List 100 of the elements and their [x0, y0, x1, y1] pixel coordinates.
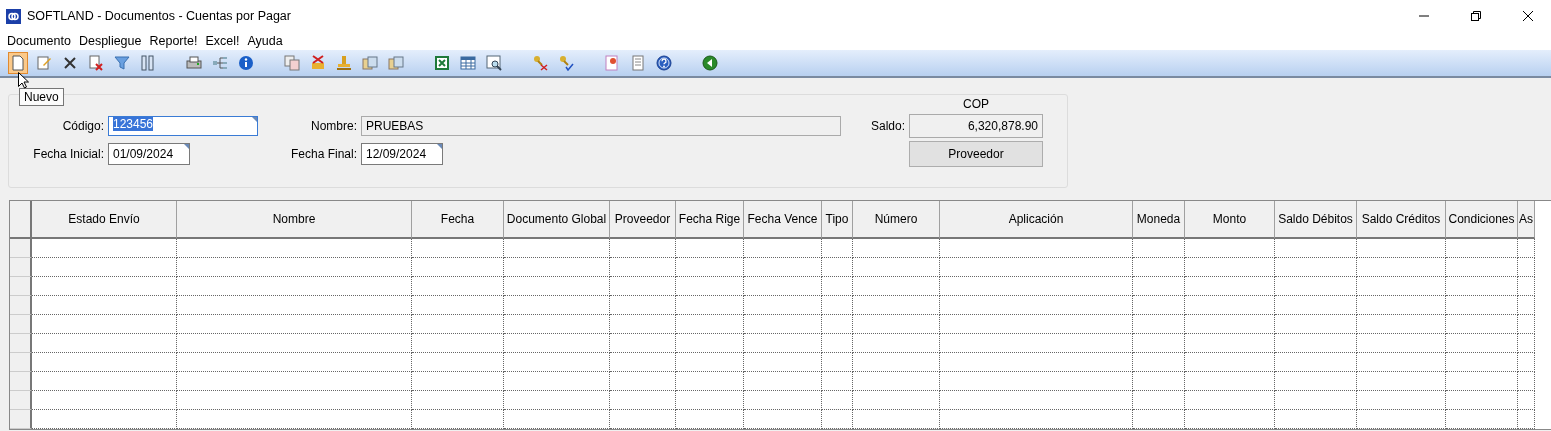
table-cell [822, 372, 853, 391]
table-cell [1133, 277, 1185, 296]
column-header[interactable]: Moneda [1133, 201, 1185, 239]
row-header[interactable] [10, 277, 32, 296]
table-cell [1446, 315, 1518, 334]
printer-icon [186, 55, 202, 71]
table-cell [822, 410, 853, 429]
fecha-final-field[interactable]: 12/09/2024 [361, 143, 443, 165]
tooltip: Nuevo [19, 88, 64, 106]
column-header[interactable]: Condiciones [1446, 201, 1518, 239]
column-header[interactable]: Número [853, 201, 940, 239]
documents-icon [362, 55, 378, 71]
page-icon [630, 55, 646, 71]
table-cell [610, 315, 676, 334]
nombre-field[interactable]: PRUEBAS [361, 116, 841, 136]
new-document-icon [10, 55, 26, 71]
table-cell [610, 239, 676, 258]
table-cell [676, 391, 744, 410]
table-cell [822, 296, 853, 315]
column-header[interactable]: Tipo [822, 201, 853, 239]
column-header[interactable]: Estado Envío [32, 201, 177, 239]
column-header[interactable]: As [1518, 201, 1535, 239]
fecha-inicial-field[interactable]: 01/09/2024 [108, 143, 190, 165]
column-header[interactable]: Documento Global [504, 201, 610, 239]
row-header[interactable] [10, 239, 32, 258]
saldo-field[interactable]: 6,320,878.90 [909, 114, 1043, 138]
help-icon [656, 55, 672, 71]
column-header[interactable]: Fecha Rige [676, 201, 744, 239]
table-corner-header [10, 201, 32, 239]
table-icon [460, 55, 476, 71]
table-cell [610, 372, 676, 391]
codigo-field[interactable]: 123456 [108, 116, 258, 136]
stamp-icon [336, 55, 352, 71]
table-cell [676, 277, 744, 296]
table-cell [676, 334, 744, 353]
close-icon [1523, 11, 1533, 21]
columns-icon [140, 55, 156, 71]
table-cell [676, 296, 744, 315]
table-cell [1518, 410, 1535, 429]
row-header[interactable] [10, 334, 32, 353]
menu-item[interactable]: Documento [3, 32, 75, 50]
menu-item[interactable]: Excel! [201, 32, 244, 50]
table-cell [822, 258, 853, 277]
row-header[interactable] [10, 296, 32, 315]
proveedor-button[interactable]: Proveedor [909, 141, 1043, 167]
column-header[interactable]: Fecha [412, 201, 504, 239]
table-cell [676, 258, 744, 277]
column-header[interactable]: Fecha Vence [744, 201, 822, 239]
menu-item[interactable]: Ayuda [243, 32, 287, 50]
table-cell [1518, 391, 1535, 410]
table-cell [1133, 315, 1185, 334]
table-cell [1133, 353, 1185, 372]
row-header[interactable] [10, 391, 32, 410]
table-cell [610, 353, 676, 372]
cancel-document-icon [310, 55, 326, 71]
keys-icon [558, 55, 574, 71]
keys-icon [532, 55, 548, 71]
table-cell [1518, 258, 1535, 277]
table-cell [1133, 296, 1185, 315]
codigo-label: Código: [61, 119, 104, 133]
fecha-inicial-label: Fecha Inicial: [32, 147, 104, 161]
column-header[interactable]: Saldo Créditos [1357, 201, 1446, 239]
report-icon [604, 55, 620, 71]
table-cell [676, 239, 744, 258]
table-cell [676, 372, 744, 391]
table-cell [610, 296, 676, 315]
row-header[interactable] [10, 353, 32, 372]
column-header[interactable]: Saldo Débitos [1275, 201, 1357, 239]
table-cell [1518, 277, 1535, 296]
info-icon [238, 55, 254, 71]
table-cell [1446, 372, 1518, 391]
table-cell [1518, 239, 1535, 258]
table-cell [1446, 239, 1518, 258]
row-header[interactable] [10, 315, 32, 334]
row-header[interactable] [10, 410, 32, 429]
table-cell [822, 334, 853, 353]
table-cell [1446, 258, 1518, 277]
column-header[interactable]: Monto [1185, 201, 1275, 239]
column-header[interactable]: Proveedor [610, 201, 676, 239]
filter-icon [114, 55, 130, 71]
table-cell [610, 277, 676, 296]
table-cell [1133, 239, 1185, 258]
table-cell [610, 410, 676, 429]
column-header[interactable]: Aplicación [940, 201, 1133, 239]
menu-item[interactable]: Despliegue [74, 32, 146, 50]
row-header[interactable] [10, 258, 32, 277]
documents-icon [388, 55, 404, 71]
column-header[interactable]: Nombre [177, 201, 412, 239]
toolbar-button[interactable] [700, 52, 720, 74]
table-cell [1446, 334, 1518, 353]
table-cell [1518, 315, 1535, 334]
table-cell [1446, 277, 1518, 296]
row-header[interactable] [10, 372, 32, 391]
menu-item[interactable]: Reporte! [145, 32, 202, 50]
copy-icon [284, 55, 300, 71]
table-cell [822, 391, 853, 410]
toolbar-button[interactable] [654, 52, 674, 74]
restore-icon [1471, 11, 1481, 21]
app-logo-icon [6, 8, 21, 24]
table-cell [610, 334, 676, 353]
